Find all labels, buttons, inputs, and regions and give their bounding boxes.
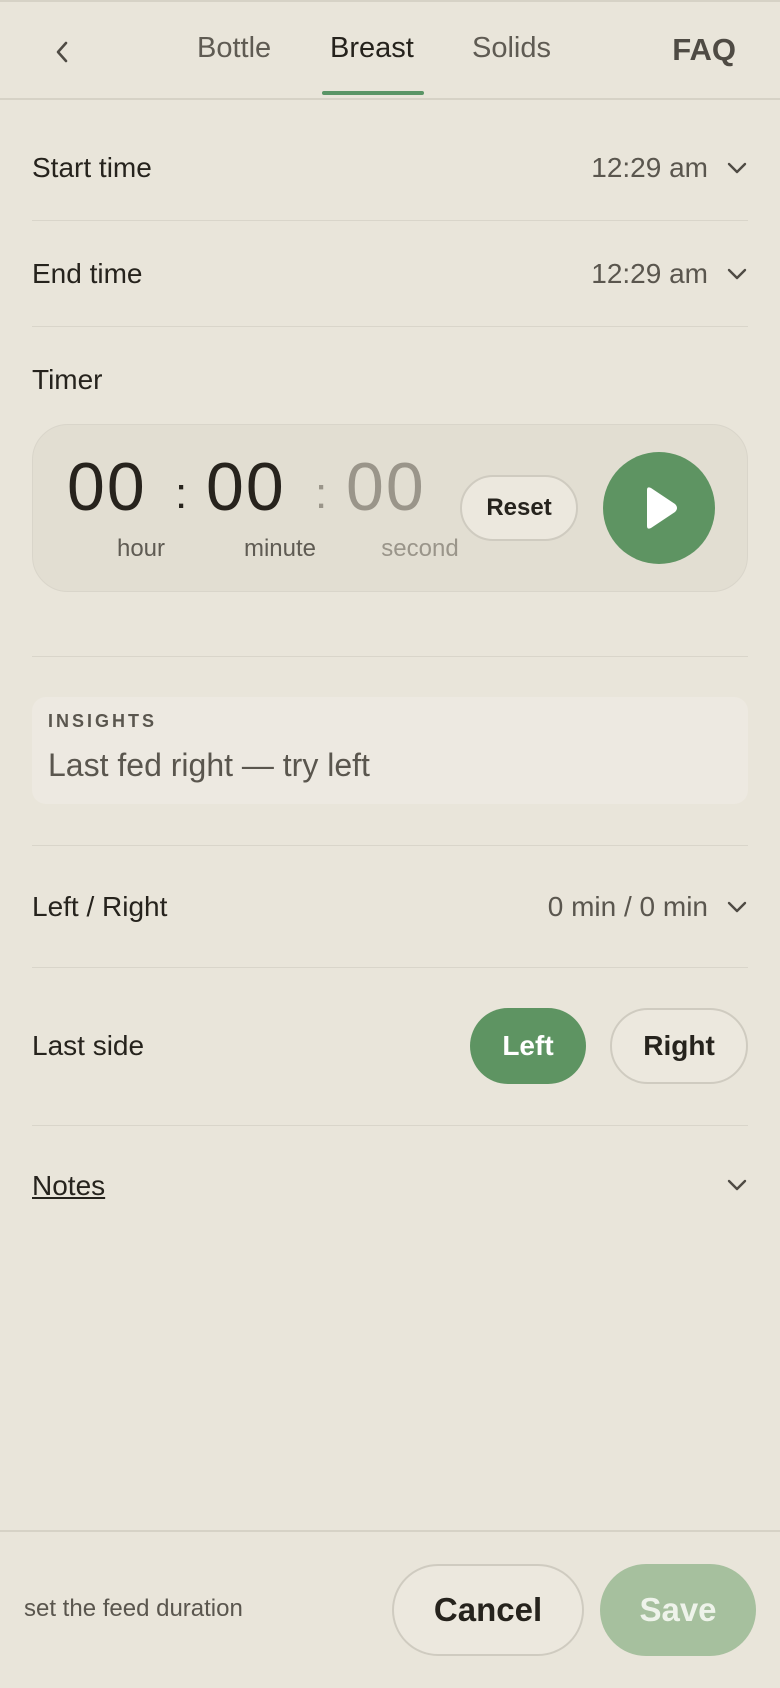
last-side-right-button[interactable]: Right xyxy=(610,1008,748,1084)
minute-label: minute xyxy=(243,535,317,562)
end-time-row[interactable]: End time 12:29 am xyxy=(32,256,748,296)
reset-button[interactable]: Reset xyxy=(460,475,578,541)
end-time-text: 12:29 am xyxy=(591,258,708,289)
left-right-text: 0 min / 0 min xyxy=(547,891,708,922)
left-right-row[interactable]: Left / Right 0 min / 0 min xyxy=(32,889,748,929)
timer-label: Timer xyxy=(32,364,103,395)
chevron-down-icon xyxy=(727,901,747,913)
divider xyxy=(32,656,748,657)
save-button[interactable]: Save xyxy=(600,1564,756,1656)
back-button[interactable] xyxy=(44,32,80,72)
divider xyxy=(32,845,748,846)
footer-hint: set the feed duration xyxy=(24,1595,243,1622)
chevron-down-icon xyxy=(727,268,747,280)
divider xyxy=(32,967,748,968)
chevron-down-icon xyxy=(727,1179,747,1191)
last-side-left-button[interactable]: Left xyxy=(470,1008,586,1084)
tab-breast[interactable]: Breast xyxy=(330,32,414,65)
top-nav: Bottle Breast Solids FAQ xyxy=(0,0,780,100)
hour-label: hour xyxy=(116,535,166,562)
play-button[interactable] xyxy=(603,452,715,564)
play-icon xyxy=(647,487,677,529)
insights-card: INSIGHTS Last fed right — try left xyxy=(32,697,748,804)
cancel-button[interactable]: Cancel xyxy=(392,1564,584,1656)
footer-bar: set the feed duration Cancel Save xyxy=(0,1530,780,1688)
start-time-label: Start time xyxy=(32,152,152,183)
chevron-left-icon xyxy=(56,41,68,63)
last-side-label: Last side xyxy=(32,1030,145,1061)
start-time-value[interactable]: 12:29 am xyxy=(591,152,748,184)
timer-minutes: 00 xyxy=(206,449,286,525)
chevron-down-icon xyxy=(727,162,747,174)
active-tab-indicator xyxy=(322,91,424,95)
divider xyxy=(32,326,748,327)
left-right-label: Left / Right xyxy=(32,891,168,922)
left-right-value[interactable]: 0 min / 0 min xyxy=(548,891,748,923)
timer-seconds: 00 xyxy=(346,449,426,525)
notes-expand[interactable] xyxy=(726,1178,748,1192)
notes-label[interactable]: Notes xyxy=(32,1170,105,1202)
end-time-label: End time xyxy=(32,258,143,289)
faq-link[interactable]: FAQ xyxy=(672,32,736,68)
tab-solids[interactable]: Solids xyxy=(472,32,551,65)
insights-title: INSIGHTS xyxy=(48,711,158,731)
timer-separator: : xyxy=(175,469,188,518)
end-time-value[interactable]: 12:29 am xyxy=(591,258,748,290)
start-time-text: 12:29 am xyxy=(591,152,708,183)
divider xyxy=(32,1125,748,1126)
second-label: second xyxy=(381,535,459,562)
timer-card: 00 : 00 : 00 hour minute second Reset xyxy=(32,424,748,592)
timer-hours: 00 xyxy=(67,449,147,525)
timer-separator: : xyxy=(315,469,328,518)
start-time-row[interactable]: Start time 12:29 am xyxy=(32,150,748,190)
divider xyxy=(32,220,748,221)
tab-bottle[interactable]: Bottle xyxy=(197,32,271,65)
insights-text: Last fed right — try left xyxy=(48,747,370,783)
notes-row[interactable]: Notes xyxy=(32,1168,748,1208)
feed-log-screen: Bottle Breast Solids FAQ Start time 12:2… xyxy=(0,0,780,1688)
